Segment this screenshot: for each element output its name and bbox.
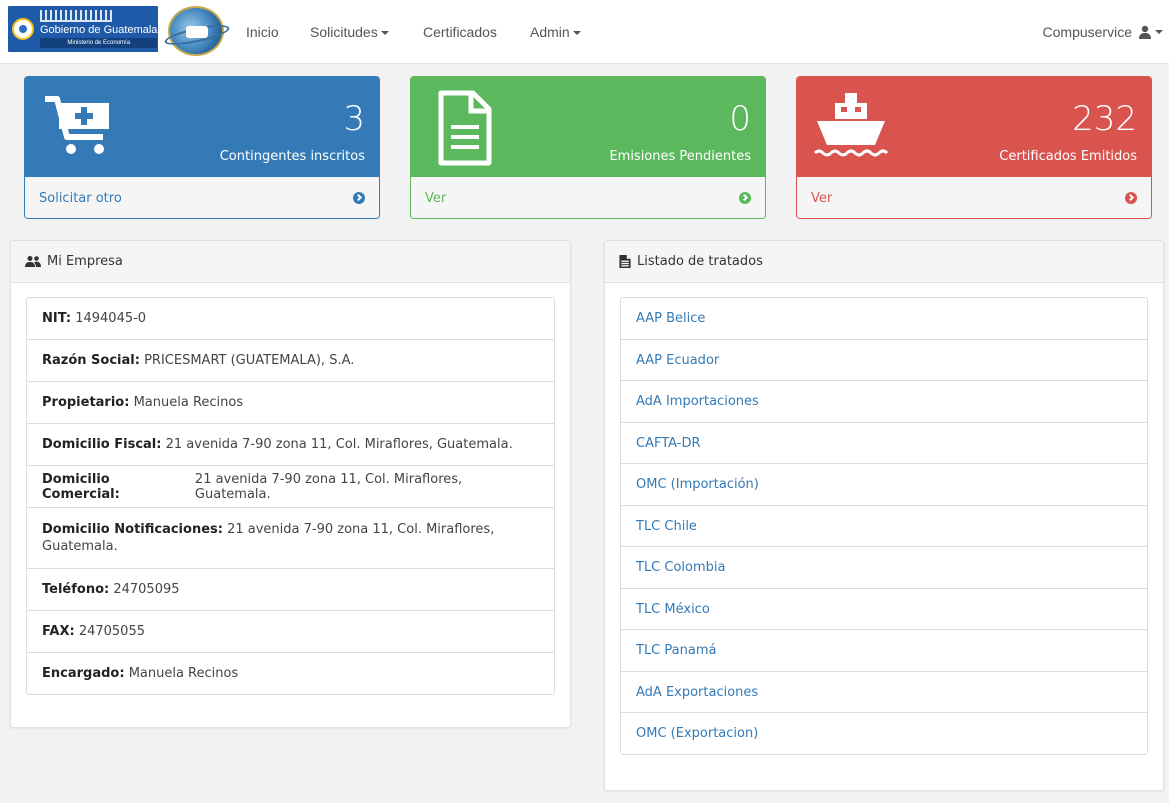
list-item: Domicilio Comercial: 21 avenida 7-90 zon… [27,466,554,508]
card-emisiones: 0 Emisiones Pendientes Ver [410,76,766,219]
company-info-list: NIT: 1494045-0 Razón Social: PRICESMART … [26,297,555,695]
globe-logo-icon[interactable] [163,6,231,56]
treaty-link[interactable]: TLC Colombia [621,547,1147,589]
company-panel-title: Mi Empresa [47,254,123,269]
nav-certificados[interactable]: Certificados [423,24,497,40]
treaty-link[interactable]: OMC (Exportacion) [621,713,1147,754]
ver-emisiones-link[interactable]: Ver [411,177,765,218]
palace-icon [40,10,112,22]
list-item: NIT: 1494045-0 [27,298,554,340]
gov-name: Gobierno de Guatemala [40,24,158,36]
chevron-down-icon [1155,30,1163,34]
emisiones-label: Emisiones Pendientes [609,149,751,164]
emisiones-count: 0 [729,99,751,139]
arrow-circle-right-icon [739,192,751,204]
treaty-link[interactable]: TLC Panamá [621,630,1147,672]
ministry-name: Ministerio de Economía [40,38,158,48]
treaty-link[interactable]: TLC Chile [621,506,1147,547]
certificados-count: 232 [1072,99,1137,139]
list-item: Teléfono: 24705095 [27,569,554,611]
solicitar-otro-link[interactable]: Solicitar otro [25,177,379,218]
treaty-link[interactable]: AAP Ecuador [621,340,1147,381]
treaty-link[interactable]: AAP Belice [621,298,1147,340]
file-text-icon [619,255,631,268]
certificados-label: Certificados Emitidos [999,149,1137,164]
user-name: Compuservice [1042,24,1132,40]
list-item: Domicilio Notificaciones: 21 avenida 7-9… [27,508,554,569]
chevron-down-icon [380,31,389,36]
treaties-list: AAP Belice AAP Ecuador AdA Importaciones… [620,297,1148,755]
treaties-panel: Listado de tratados AAP Belice AAP Ecuad… [604,240,1164,791]
user-icon [1139,25,1151,39]
treaty-link[interactable]: CAFTA-DR [621,423,1147,464]
treaty-link[interactable]: AdA Exportaciones [621,672,1147,713]
users-icon [25,256,41,267]
nav-inicio[interactable]: Inicio [246,24,279,40]
contingentes-count: 3 [343,99,365,139]
list-item: Encargado: Manuela Recinos [42,666,239,681]
treaties-panel-header: Listado de tratados [605,241,1163,283]
chevron-down-icon [572,31,581,36]
treaties-panel-title: Listado de tratados [637,254,763,269]
contingentes-label: Contingentes inscritos [219,149,365,164]
nav-admin[interactable]: Admin [530,24,581,40]
document-icon [438,90,492,166]
top-navbar: Gobierno de Guatemala Ministerio de Econ… [0,0,1169,64]
nav-solicitudes[interactable]: Solicitudes [310,24,389,40]
coat-of-arms-icon [12,18,34,40]
list-item: Razón Social: PRICESMART (GUATEMALA), S.… [27,340,554,382]
treaty-link[interactable]: AdA Importaciones [621,381,1147,423]
user-menu[interactable]: Compuservice [1043,24,1163,40]
card-contingentes: 3 Contingentes inscritos Solicitar otro [24,76,380,219]
ship-icon [813,93,889,157]
treaty-link[interactable]: TLC México [621,589,1147,630]
company-panel: Mi Empresa NIT: 1494045-0 Razón Social: … [10,240,571,728]
arrow-circle-right-icon [1125,192,1137,204]
cart-plus-icon [45,96,109,154]
card-certificados: 232 Certificados Emitidos Ver [796,76,1152,219]
list-item: Domicilio Fiscal: 21 avenida 7-90 zona 1… [27,424,554,466]
list-item: Propietario: Manuela Recinos [27,382,554,424]
arrow-circle-right-icon [353,192,365,204]
ver-certificados-link[interactable]: Ver [797,177,1151,218]
gobierno-guatemala-logo[interactable]: Gobierno de Guatemala Ministerio de Econ… [8,6,158,52]
treaty-link[interactable]: OMC (Importación) [621,464,1147,506]
list-item: FAX: 24705055 [27,611,554,653]
company-panel-header: Mi Empresa [11,241,570,283]
